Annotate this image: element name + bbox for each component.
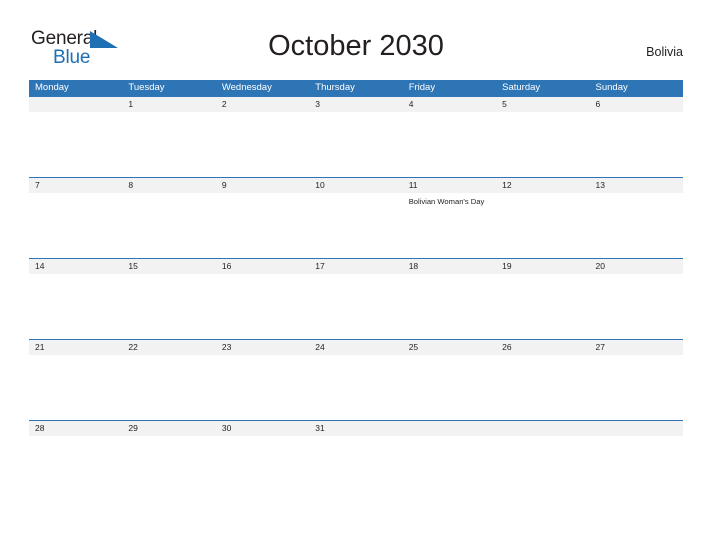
day-number xyxy=(589,421,683,436)
day-number: 13 xyxy=(589,178,683,193)
day-cell[interactable]: 30 xyxy=(215,421,310,501)
day-number: 5 xyxy=(496,97,590,112)
day-cell[interactable]: 11 Bolivian Woman's Day xyxy=(402,178,497,258)
weekday-header-row: Monday Tuesday Wednesday Thursday Friday… xyxy=(29,80,683,96)
day-number: 11 xyxy=(402,178,497,193)
day-number: 2 xyxy=(215,97,310,112)
day-number: 30 xyxy=(215,421,310,436)
day-cell[interactable]: 20 xyxy=(589,259,683,339)
day-number: 12 xyxy=(496,178,590,193)
day-cell[interactable]: 16 xyxy=(215,259,310,339)
day-number: 9 xyxy=(215,178,310,193)
calendar-weeks: 1 2 3 4 5 6 7 8 9 10 11 Bolivian Woman's Day 12 13 14 1… xyxy=(29,96,683,501)
day-cell[interactable]: 3 xyxy=(309,97,403,177)
day-number: 29 xyxy=(122,421,216,436)
day-events: Bolivian Woman's Day xyxy=(403,193,496,208)
day-number xyxy=(496,421,590,436)
event-label: Bolivian Woman's Day xyxy=(408,197,485,206)
day-number: 4 xyxy=(402,97,497,112)
page-header: General Blue October 2030 Bolivia xyxy=(0,0,712,80)
day-cell[interactable]: 5 xyxy=(496,97,590,177)
day-number: 23 xyxy=(215,340,310,355)
day-cell[interactable]: 22 xyxy=(122,340,216,420)
week-day-cells: 7 8 9 10 11 Bolivian Woman's Day 12 13 xyxy=(29,178,683,258)
day-cell[interactable]: 4 xyxy=(402,97,497,177)
calendar-week-row: 123456 xyxy=(29,96,683,177)
day-cell[interactable]: 31 xyxy=(309,421,403,501)
day-number: 20 xyxy=(589,259,683,274)
day-number: 15 xyxy=(122,259,216,274)
calendar-week-row: 7 8 9 10 11 Bolivian Woman's Day 12 13 xyxy=(29,177,683,258)
day-cell[interactable]: 7 xyxy=(29,178,123,258)
day-cell[interactable]: 24 xyxy=(309,340,403,420)
day-cell[interactable]: 19 xyxy=(496,259,590,339)
calendar-week-row: 28 29 30 31 xyxy=(29,420,683,501)
region-label: Bolivia xyxy=(646,45,683,59)
day-cell[interactable]: 10 xyxy=(309,178,403,258)
day-cell[interactable]: 6 xyxy=(589,97,683,177)
weekday-header-thursday: Thursday xyxy=(315,82,355,93)
day-number: 3 xyxy=(309,97,403,112)
calendar-week-row: 14 15 16 17 18 19 20 xyxy=(29,258,683,339)
calendar-grid: Monday Tuesday Wednesday Thursday Friday… xyxy=(29,80,683,501)
week-day-cells: 28 29 30 31 xyxy=(29,421,683,501)
day-number: 10 xyxy=(309,178,403,193)
day-number: 21 xyxy=(29,340,123,355)
day-number: 17 xyxy=(309,259,403,274)
day-number: 6 xyxy=(589,97,683,112)
day-cell[interactable]: 1 xyxy=(122,97,216,177)
day-cell[interactable] xyxy=(29,97,123,177)
week-day-cells: 123456 xyxy=(29,97,683,177)
page-title: October 2030 xyxy=(268,30,444,62)
week-day-cells: 14 15 16 17 18 19 20 xyxy=(29,259,683,339)
day-cell[interactable]: 15 xyxy=(122,259,216,339)
day-cell[interactable]: 23 xyxy=(215,340,310,420)
day-number: 19 xyxy=(496,259,590,274)
day-number: 28 xyxy=(29,421,123,436)
day-cell[interactable] xyxy=(496,421,590,501)
day-number xyxy=(402,421,497,436)
day-number: 16 xyxy=(215,259,310,274)
day-cell[interactable]: 12 xyxy=(496,178,590,258)
day-cell[interactable]: 8 xyxy=(122,178,216,258)
day-number: 1 xyxy=(122,97,216,112)
day-number: 22 xyxy=(122,340,216,355)
week-day-cells: 21 22 23 24 25 26 27 xyxy=(29,340,683,420)
weekday-header-friday: Friday xyxy=(408,82,436,93)
day-cell[interactable]: 13 xyxy=(589,178,683,258)
weekday-header-monday: Monday xyxy=(35,82,69,93)
day-number: 25 xyxy=(402,340,497,355)
weekday-header-tuesday: Tuesday xyxy=(128,82,165,93)
day-number: 24 xyxy=(309,340,403,355)
weekday-header-wednesday: Wednesday xyxy=(221,82,272,93)
day-number: 8 xyxy=(122,178,216,193)
day-number: 26 xyxy=(496,340,590,355)
day-cell[interactable] xyxy=(589,421,683,501)
day-cell[interactable]: 18 xyxy=(402,259,497,339)
day-number: 18 xyxy=(402,259,497,274)
day-cell[interactable]: 14 xyxy=(29,259,123,339)
day-cell[interactable] xyxy=(402,421,497,501)
day-cell[interactable]: 27 xyxy=(589,340,683,420)
day-number: 7 xyxy=(29,178,123,193)
day-cell[interactable]: 26 xyxy=(496,340,590,420)
day-cell[interactable]: 21 xyxy=(29,340,123,420)
calendar-week-row: 21 22 23 24 25 26 27 xyxy=(29,339,683,420)
day-cell[interactable]: 28 xyxy=(29,421,123,501)
day-cell[interactable]: 2 xyxy=(215,97,310,177)
calendar-page: General Blue October 2030 Bolivia Monday… xyxy=(0,0,712,550)
day-cell[interactable]: 29 xyxy=(122,421,216,501)
weekday-header-sunday: Sunday xyxy=(595,82,628,93)
day-number: 31 xyxy=(309,421,403,436)
day-cell[interactable]: 25 xyxy=(402,340,497,420)
day-cell[interactable]: 17 xyxy=(309,259,403,339)
day-number: 14 xyxy=(29,259,123,274)
weekday-header-saturday: Saturday xyxy=(502,82,541,93)
day-number xyxy=(29,97,123,112)
day-number: 27 xyxy=(589,340,683,355)
day-cell[interactable]: 9 xyxy=(215,178,310,258)
